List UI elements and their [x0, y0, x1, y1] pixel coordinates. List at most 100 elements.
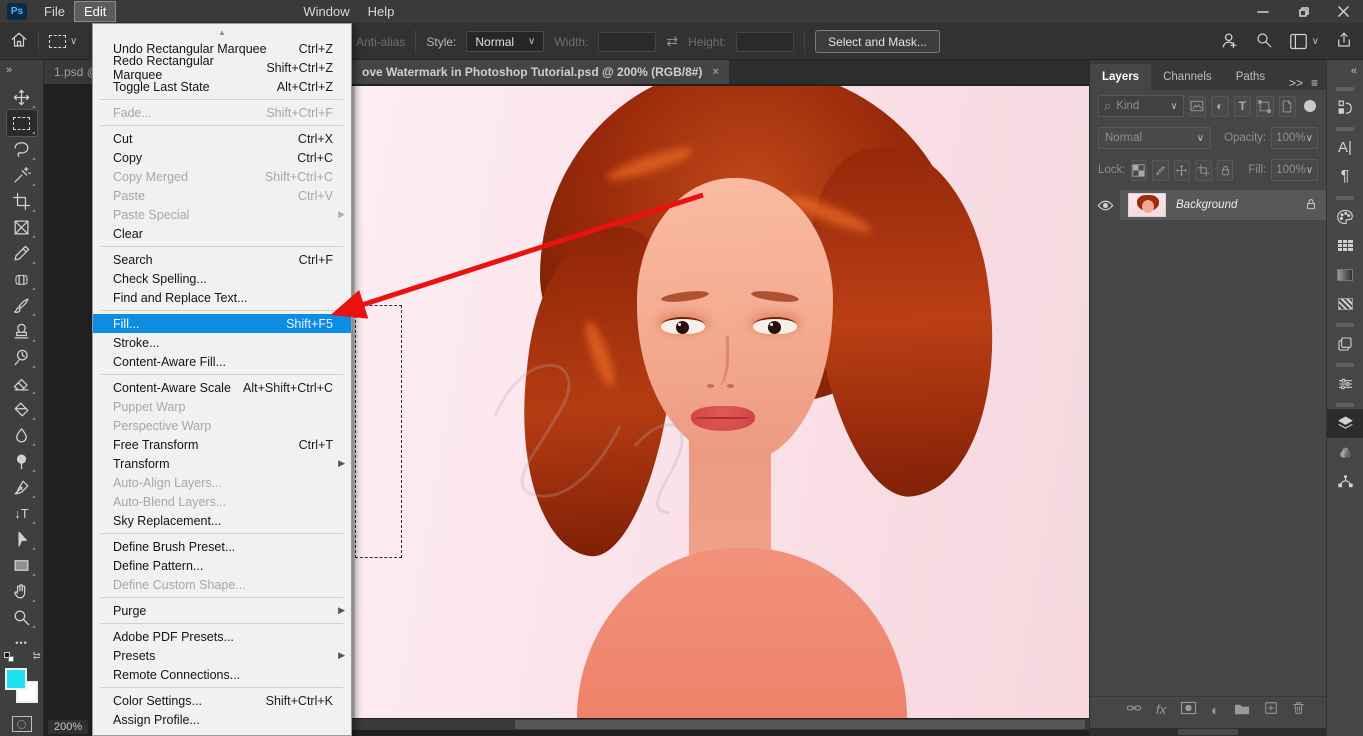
opacity-value-box[interactable]: 100% ∨ [1271, 127, 1318, 149]
menu-item-remote-connections[interactable]: Remote Connections... [93, 665, 351, 684]
minimize-button[interactable] [1243, 0, 1283, 23]
tab-channels[interactable]: Channels [1151, 64, 1224, 90]
hand-tool[interactable] [7, 578, 37, 604]
default-colors-icon[interactable] [4, 652, 15, 662]
width-field[interactable] [598, 32, 656, 52]
layer-effects-icon[interactable]: fx [1156, 702, 1166, 717]
menu-help[interactable]: Help [359, 2, 404, 21]
filter-toggle-pin-icon[interactable] [1301, 96, 1318, 117]
filter-smart-objects-icon[interactable] [1279, 96, 1296, 117]
filter-adjustment-layers-icon[interactable]: ◐ [1211, 96, 1228, 117]
filter-type-layers-icon[interactable]: T [1234, 96, 1251, 117]
move-tool[interactable] [7, 84, 37, 110]
type-tool[interactable]: ↓T [7, 500, 37, 526]
zoom-tool[interactable] [7, 604, 37, 630]
menu-item-adobe-pdf-presets[interactable]: Adobe PDF Presets... [93, 627, 351, 646]
workspace-switcher[interactable]: ∨ [1289, 33, 1319, 50]
menu-item-toggle-last-state[interactable]: Toggle Last StateAlt+Ctrl+Z [93, 77, 351, 96]
restore-button[interactable] [1283, 0, 1323, 23]
height-field[interactable] [736, 32, 794, 52]
style-dropdown[interactable]: Normal ∨ [466, 31, 544, 52]
panel-bottom-scrollbar[interactable] [1090, 728, 1326, 736]
panel-expand-icon[interactable]: >> [1289, 76, 1303, 90]
layer-thumbnail[interactable] [1128, 193, 1166, 217]
select-and-mask-button[interactable]: Select and Mask... [815, 30, 940, 53]
lock-artboard-icon[interactable] [1195, 160, 1212, 181]
eyedropper-tool[interactable] [7, 240, 37, 266]
menu-item-free-transform[interactable]: Free TransformCtrl+T [93, 435, 351, 454]
canvas[interactable] [352, 86, 1089, 718]
swap-colors-icon[interactable]: ⇄ [33, 651, 41, 662]
new-layer-icon[interactable] [1264, 701, 1278, 718]
lock-position-icon[interactable] [1174, 160, 1191, 181]
frame-tool[interactable] [7, 214, 37, 240]
collapse-dock-icon[interactable]: « [1327, 60, 1363, 82]
adjustments-panel-icon[interactable] [1327, 369, 1363, 398]
menu-file[interactable]: File [35, 2, 74, 21]
rectangle-tool[interactable] [7, 552, 37, 578]
layer-row-background[interactable]: Background [1090, 190, 1326, 220]
object-selection-tool[interactable] [7, 162, 37, 188]
horizontal-scrollbar[interactable] [352, 719, 1089, 730]
character-panel-icon[interactable]: A| [1327, 133, 1363, 162]
zoom-level-status[interactable]: 200% [48, 720, 88, 734]
patterns-panel-icon[interactable] [1327, 289, 1363, 318]
dodge-tool[interactable] [7, 448, 37, 474]
menu-item-define-pattern[interactable]: Define Pattern... [93, 556, 351, 575]
healing-brush-tool[interactable] [7, 266, 37, 292]
menu-item-stroke[interactable]: Stroke... [93, 333, 351, 352]
menu-item-cut[interactable]: CutCtrl+X [93, 129, 351, 148]
lock-pixels-icon[interactable] [1152, 160, 1169, 181]
tab-document-active[interactable]: ove Watermark in Photoshop Tutorial.psd … [352, 60, 729, 84]
swap-dimensions-icon[interactable]: ⇄ [666, 33, 678, 50]
tab-document-1[interactable]: 1.psd @ [44, 60, 92, 84]
tab-layers[interactable]: Layers [1090, 64, 1151, 90]
menu-item-purge[interactable]: Purge▶ [93, 601, 351, 620]
menu-item-presets[interactable]: Presets▶ [93, 646, 351, 665]
selection-marquee[interactable] [355, 305, 402, 558]
menu-window[interactable]: Window [294, 2, 358, 21]
color-panel-icon[interactable] [1327, 202, 1363, 231]
fill-value-box[interactable]: 100% ∨ [1271, 159, 1318, 181]
rectangular-marquee-tool[interactable] [7, 110, 37, 136]
libraries-panel-icon[interactable] [1327, 329, 1363, 358]
menu-item-find-replace[interactable]: Find and Replace Text... [93, 288, 351, 307]
share-icon[interactable] [1335, 31, 1353, 52]
link-layers-icon[interactable] [1126, 701, 1142, 718]
swatches-panel-icon[interactable] [1327, 231, 1363, 260]
home-icon[interactable] [10, 31, 28, 52]
gradient-tool[interactable] [7, 396, 37, 422]
gradients-panel-icon[interactable] [1327, 260, 1363, 289]
panel-menu-icon[interactable]: ≡ [1311, 76, 1318, 90]
layer-lock-icon[interactable] [1304, 197, 1318, 214]
lasso-tool[interactable] [7, 136, 37, 162]
brush-tool[interactable] [7, 292, 37, 318]
delete-layer-icon[interactable] [1292, 701, 1305, 718]
menu-edit[interactable]: Edit [74, 1, 116, 22]
filter-pixel-layers-icon[interactable] [1189, 96, 1206, 117]
menu-item-transform[interactable]: Transform▶ [93, 454, 351, 473]
add-layer-mask-icon[interactable] [1180, 701, 1197, 718]
history-panel-icon[interactable] [1327, 93, 1363, 122]
menu-item-sky-replacement[interactable]: Sky Replacement... [93, 511, 351, 530]
paragraph-panel-icon[interactable]: ¶ [1327, 162, 1363, 191]
lock-transparency-icon[interactable] [1131, 160, 1148, 181]
menu-item-color-settings[interactable]: Color Settings...Shift+Ctrl+K [93, 691, 351, 710]
menu-item-content-aware-scale[interactable]: Content-Aware ScaleAlt+Shift+Ctrl+C [93, 378, 351, 397]
menu-item-search[interactable]: SearchCtrl+F [93, 250, 351, 269]
menu-item-assign-profile[interactable]: Assign Profile... [93, 710, 351, 729]
pen-tool[interactable] [7, 474, 37, 500]
crop-tool[interactable] [7, 188, 37, 214]
share-for-review-icon[interactable] [1220, 31, 1239, 53]
lock-all-icon[interactable] [1217, 160, 1234, 181]
scrollbar-thumb[interactable] [515, 720, 1085, 729]
path-selection-tool[interactable] [7, 526, 37, 552]
eraser-tool[interactable] [7, 370, 37, 396]
layer-visibility-toggle[interactable] [1090, 198, 1120, 213]
channels-panel-icon[interactable] [1327, 438, 1363, 467]
quick-mask-button[interactable] [12, 716, 32, 732]
adjustment-layer-icon[interactable]: ◐ [1211, 702, 1219, 718]
menu-item-check-spelling[interactable]: Check Spelling... [93, 269, 351, 288]
foreground-color-swatch[interactable] [5, 668, 27, 690]
paths-panel-icon[interactable] [1327, 467, 1363, 496]
